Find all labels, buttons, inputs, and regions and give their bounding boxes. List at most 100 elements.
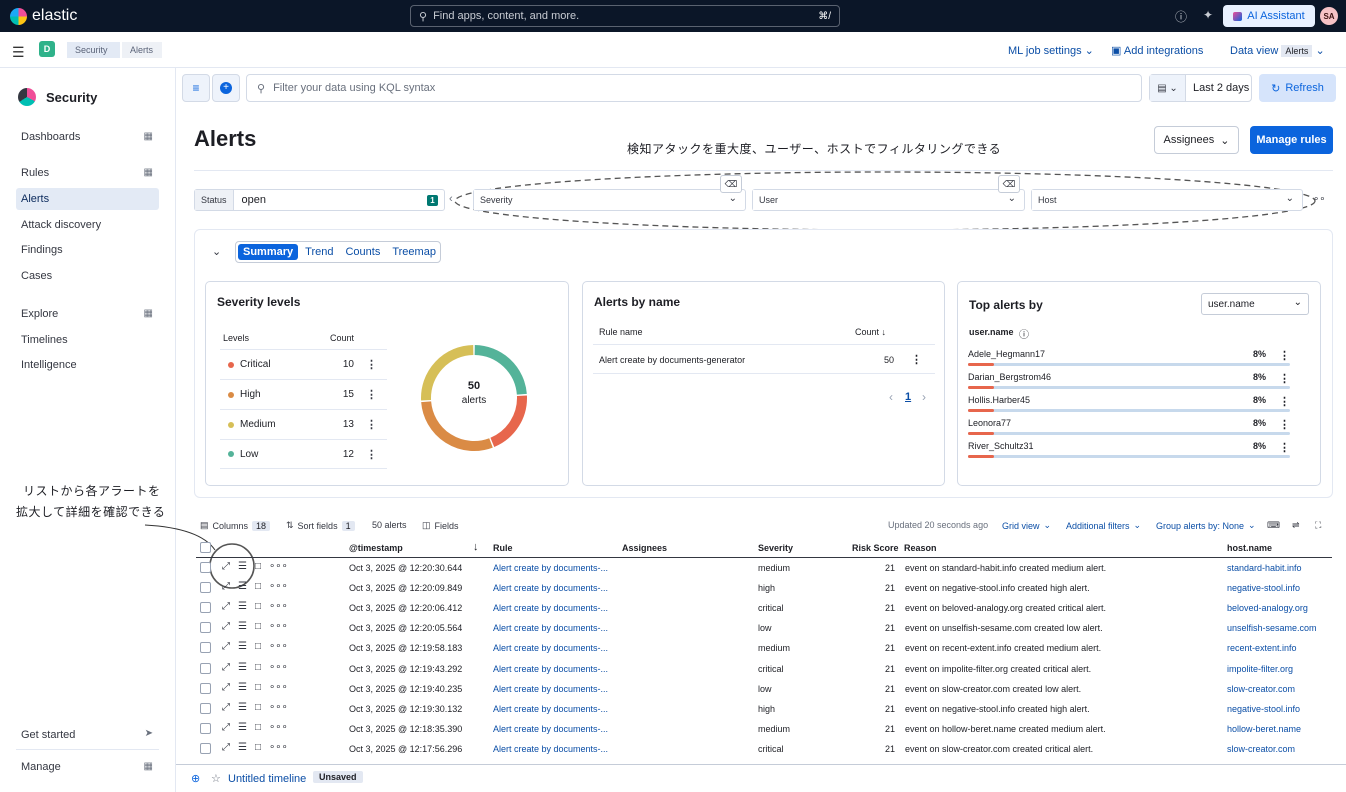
kebab-menu-icon[interactable]: ⋮ (366, 448, 377, 461)
cell-host-name[interactable]: slow-creator.com (1227, 744, 1295, 754)
row-checkbox[interactable] (200, 662, 211, 674)
tab-summary[interactable]: Summary (238, 244, 299, 260)
prev-page-icon[interactable]: ‹ (889, 390, 893, 404)
column-header-timestamp[interactable]: @timestamp (349, 543, 403, 553)
more-controls-icon[interactable]: ∘∘ (1313, 194, 1326, 205)
clear-filter-eraser-icon[interactable]: ⌫ (998, 175, 1020, 193)
more-actions-icon[interactable]: ∘∘∘ (269, 561, 288, 572)
comment-icon[interactable]: □ (255, 601, 261, 612)
cell-host-name[interactable]: slow-creator.com (1227, 684, 1295, 694)
sidebar-item-timelines[interactable]: Timelines (16, 329, 159, 351)
cell-host-name[interactable]: standard-habit.info (1227, 563, 1302, 573)
grid-icon[interactable]: ▦ (144, 167, 153, 178)
comment-icon[interactable]: □ (255, 682, 261, 693)
add-timeline-icon[interactable]: ⊕ (191, 772, 200, 785)
severity-filter[interactable]: Severity ⌄ (473, 189, 746, 211)
expand-icon[interactable]: ⤢ (222, 722, 230, 733)
expand-icon[interactable]: ⤢ (222, 641, 230, 652)
calendar-icon[interactable]: ▤ ⌄ (1150, 75, 1186, 101)
more-actions-icon[interactable]: ∘∘∘ (269, 621, 288, 632)
sidebar-item-rules[interactable]: Rules ▦ (16, 162, 159, 184)
sidebar-item-intelligence[interactable]: Intelligence (16, 354, 159, 376)
cell-host-name[interactable]: unselfish-sesame.com (1227, 623, 1317, 633)
cell-rule[interactable]: Alert create by documents-... (493, 724, 608, 734)
sort-fields-button[interactable]: ⇅ Sort fields 1 (286, 520, 355, 531)
sidebar-item-attack-discovery[interactable]: Attack discovery (16, 214, 159, 236)
star-icon[interactable]: ☆ (211, 772, 221, 785)
cell-host-name[interactable]: negative-stool.info (1227, 704, 1300, 714)
cell-host-name[interactable]: hollow-beret.name (1227, 724, 1301, 734)
comment-icon[interactable]: □ (255, 581, 261, 592)
cell-rule[interactable]: Alert create by documents-... (493, 603, 608, 613)
analyze-tree-icon[interactable]: ☰ (238, 641, 247, 652)
row-checkbox[interactable] (200, 742, 211, 754)
cell-rule[interactable]: Alert create by documents-... (493, 744, 608, 754)
cell-rule[interactable]: Alert create by documents-... (493, 563, 608, 573)
row-checkbox[interactable] (200, 682, 211, 694)
ml-job-settings-button[interactable]: ML job settings ⌄ (1008, 44, 1094, 57)
kebab-menu-icon[interactable]: ⋮ (366, 418, 377, 431)
analyze-tree-icon[interactable]: ☰ (238, 561, 247, 572)
group-by-button[interactable]: Group alerts by: None ⌄ (1156, 520, 1256, 531)
sidebar-item-dashboards[interactable]: Dashboards ▦ (16, 126, 159, 148)
analyze-tree-icon[interactable]: ☰ (238, 581, 247, 592)
timeline-title[interactable]: Untitled timeline (228, 773, 306, 785)
refresh-button[interactable]: ↻ Refresh (1259, 74, 1336, 102)
tab-trend[interactable]: Trend (300, 244, 338, 260)
tab-counts[interactable]: Counts (340, 244, 385, 260)
sidebar-item-cases[interactable]: Cases (16, 265, 159, 287)
host-filter[interactable]: Host ⌄ (1031, 189, 1303, 211)
analyze-tree-icon[interactable]: ☰ (238, 682, 247, 693)
cell-rule[interactable]: Alert create by documents-... (493, 684, 608, 694)
count-header[interactable]: Count ↓ (855, 327, 886, 337)
kebab-menu-icon[interactable]: ⋮ (1279, 372, 1290, 385)
expand-icon[interactable]: ⤢ (222, 702, 230, 713)
ai-assistant-button[interactable]: AI Assistant (1223, 5, 1315, 27)
comment-icon[interactable]: □ (255, 561, 261, 572)
expand-icon[interactable]: ⤢ (222, 601, 230, 612)
more-actions-icon[interactable]: ∘∘∘ (269, 742, 288, 753)
select-all-checkbox[interactable] (200, 542, 211, 553)
comment-icon[interactable]: □ (255, 702, 261, 713)
analyze-tree-icon[interactable]: ☰ (238, 662, 247, 673)
menu-icon[interactable]: ☰ (12, 44, 25, 61)
status-filter[interactable]: Status open 1 (194, 189, 445, 211)
space-selector[interactable]: D (39, 41, 55, 57)
row-checkbox[interactable] (200, 622, 211, 634)
kebab-menu-icon[interactable]: ⋮ (1279, 395, 1290, 408)
kebab-menu-icon[interactable]: ⋮ (366, 388, 377, 401)
manage-rules-button[interactable]: Manage rules (1250, 126, 1333, 154)
kebab-menu-icon[interactable]: ⋮ (1279, 441, 1290, 454)
cell-rule[interactable]: Alert create by documents-... (493, 664, 608, 674)
grid-icon[interactable]: ▦ (144, 761, 153, 772)
kebab-menu-icon[interactable]: ⋮ (1279, 418, 1290, 431)
row-checkbox[interactable] (200, 562, 211, 573)
additional-filters-button[interactable]: Additional filters ⌄ (1066, 520, 1141, 531)
sidebar-item-manage[interactable]: Manage ▦ (16, 756, 159, 778)
expand-icon[interactable]: ⤢ (222, 581, 230, 592)
comment-icon[interactable]: □ (255, 621, 261, 632)
user-filter[interactable]: User ⌄ (752, 189, 1025, 211)
assignees-button[interactable]: Assignees ⌄ (1154, 126, 1239, 154)
add-filter-button[interactable]: + (212, 74, 240, 102)
pagination-page-1[interactable]: 1 (905, 391, 911, 403)
news-rocket-icon[interactable]: ✦ (1203, 8, 1213, 22)
tab-treemap[interactable]: Treemap (387, 244, 441, 260)
row-checkbox[interactable] (200, 642, 211, 654)
row-checkbox[interactable] (200, 702, 211, 714)
more-actions-icon[interactable]: ∘∘∘ (269, 641, 288, 652)
row-checkbox[interactable] (200, 602, 211, 614)
expand-icon[interactable]: ⤢ (222, 682, 230, 693)
analyze-tree-icon[interactable]: ☰ (238, 702, 247, 713)
cell-rule[interactable]: Alert create by documents-... (493, 704, 608, 714)
analyze-tree-icon[interactable]: ☰ (238, 621, 247, 632)
user-avatar[interactable]: SA (1320, 7, 1338, 25)
breadcrumb-security[interactable]: Security (67, 42, 120, 58)
more-actions-icon[interactable]: ∘∘∘ (269, 702, 288, 713)
column-header-severity[interactable]: Severity (758, 543, 793, 553)
sidebar-item-explore[interactable]: Explore ▦ (16, 303, 159, 325)
kebab-menu-icon[interactable]: ⋮ (366, 358, 377, 371)
clear-filter-eraser-icon[interactable]: ⌫ (720, 175, 742, 193)
cell-host-name[interactable]: negative-stool.info (1227, 583, 1300, 593)
data-view-selector[interactable]: Data view Alerts ⌄ (1230, 44, 1325, 57)
